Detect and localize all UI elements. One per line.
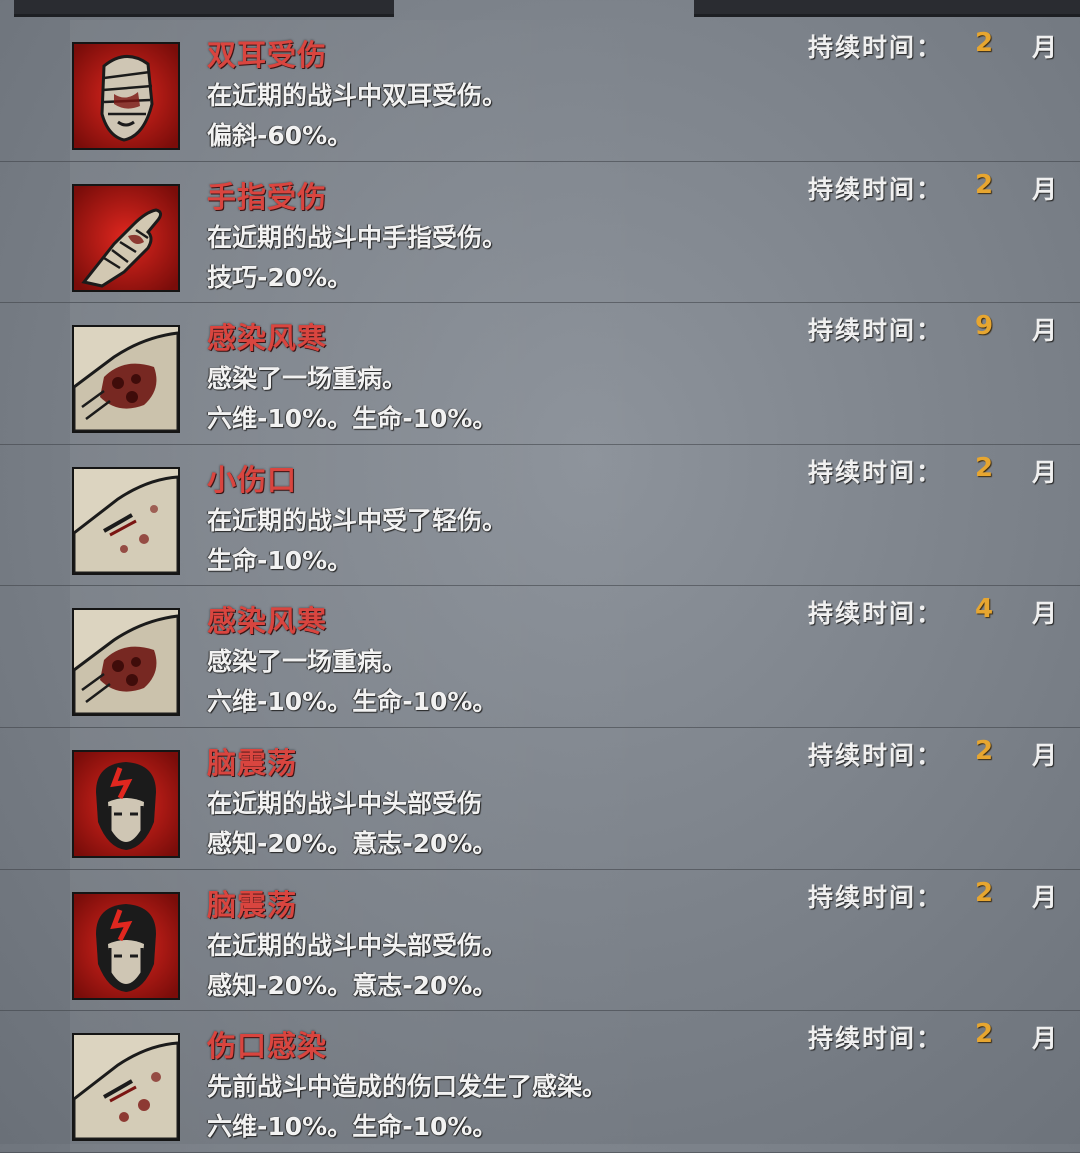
ailment-description: 在近期的战斗中手指受伤。 — [207, 222, 508, 252]
duration-unit: 月 — [1032, 316, 1058, 346]
ailment-effect: 感知-20%。意志-20%。 — [207, 828, 498, 858]
duration-unit: 月 — [1032, 33, 1058, 62]
ailment-name: 脑震荡 — [207, 887, 298, 922]
ailment-description: 在近期的战斗中头部受伤。 — [207, 930, 508, 960]
duration-label: 持续时间： — [808, 882, 944, 912]
ailment-effect: 生命-10%。 — [207, 545, 353, 575]
ailment-list: 双耳受伤 在近期的战斗中双耳受伤。 偏斜-60%。 持续时间： 2 月 手指受伤… — [0, 20, 1080, 1153]
duration-unit: 月 — [1032, 599, 1058, 629]
ailment-row[interactable]: 脑震荡 在近期的战斗中头部受伤 感知-20%。意志-20%。 持续时间： 2 月 — [0, 727, 1080, 870]
duration-label: 持续时间： — [808, 316, 944, 346]
infected-arm-icon — [72, 325, 180, 434]
ailment-row[interactable]: 感染风寒 感染了一场重病。 六维-10%。生命-10%。 持续时间： 9 月 — [0, 303, 1080, 445]
ailment-description: 感染了一场重病。 — [207, 364, 408, 394]
bandaged-head-icon — [72, 42, 180, 150]
ailment-description: 在近期的战斗中头部受伤 — [207, 788, 483, 818]
duration-label: 持续时间： — [808, 1024, 944, 1054]
duration-label: 持续时间： — [808, 740, 944, 770]
ailment-row[interactable]: 伤口感染 先前战斗中造成的伤口发生了感染。 六维-10%。生命-10%。 持续时… — [0, 1011, 1080, 1153]
duration-value: 2 — [975, 1019, 994, 1050]
ailment-row[interactable]: 小伤口 在近期的战斗中受了轻伤。 生命-10%。 持续时间： 2 月 — [0, 444, 1080, 587]
concussion-head-icon — [72, 749, 180, 858]
ailment-name: 手指受伤 — [207, 179, 328, 214]
concussion-head-icon — [72, 891, 180, 1000]
duration-unit: 月 — [1032, 740, 1058, 770]
duration-value: 2 — [975, 735, 994, 766]
ailment-effect: 六维-10%。生命-10%。 — [207, 404, 498, 434]
wounded-arm-icon — [72, 466, 180, 575]
ailment-name: 感染风寒 — [207, 604, 328, 639]
infected-arm-icon — [72, 608, 180, 717]
ailment-description: 在近期的战斗中双耳受伤。 — [207, 81, 508, 110]
ailment-row[interactable]: 手指受伤 在近期的战斗中手指受伤。 技巧-20%。 持续时间： 2 月 — [0, 161, 1080, 304]
duration-label: 持续时间： — [808, 457, 944, 487]
ailment-effect: 六维-10%。生命-10%。 — [207, 687, 498, 717]
ailment-description: 感染了一场重病。 — [207, 647, 408, 677]
ailment-description: 先前战斗中造成的伤口发生了感染。 — [207, 1072, 608, 1102]
ailment-name: 感染风寒 — [207, 321, 328, 356]
ailment-effect: 六维-10%。生命-10%。 — [207, 1112, 498, 1142]
duration-value: 2 — [975, 28, 994, 58]
duration-value: 9 — [975, 311, 994, 342]
ailment-name: 脑震荡 — [207, 745, 298, 780]
ailment-name: 小伤口 — [207, 462, 298, 497]
duration-value: 2 — [975, 877, 994, 908]
wounded-arm-icon — [72, 1033, 180, 1142]
duration-label: 持续时间： — [808, 33, 944, 62]
duration-unit: 月 — [1032, 882, 1058, 912]
duration-value: 2 — [975, 452, 994, 483]
top-frame-left — [14, 0, 394, 17]
ailment-name: 双耳受伤 — [207, 38, 328, 72]
bandaged-hand-icon — [72, 183, 180, 292]
ailment-effect: 感知-20%。意志-20%。 — [207, 970, 498, 1000]
ailment-effect: 偏斜-60%。 — [207, 121, 353, 150]
duration-label: 持续时间： — [808, 599, 944, 629]
ailment-row[interactable]: 脑震荡 在近期的战斗中头部受伤。 感知-20%。意志-20%。 持续时间： 2 … — [0, 869, 1080, 1012]
top-frame-right — [694, 0, 1080, 17]
ailment-row[interactable]: 感染风寒 感染了一场重病。 六维-10%。生命-10%。 持续时间： 4 月 — [0, 586, 1080, 728]
duration-unit: 月 — [1032, 174, 1058, 204]
duration-unit: 月 — [1032, 1024, 1058, 1054]
ailment-name: 伤口感染 — [207, 1029, 328, 1064]
ailment-description: 在近期的战斗中受了轻伤。 — [207, 505, 508, 535]
ailment-effect: 技巧-20%。 — [207, 262, 353, 292]
ailment-row[interactable]: 双耳受伤 在近期的战斗中双耳受伤。 偏斜-60%。 持续时间： 2 月 — [0, 20, 1080, 162]
duration-unit: 月 — [1032, 457, 1058, 487]
duration-value: 4 — [975, 594, 994, 625]
duration-value: 2 — [975, 169, 994, 200]
duration-label: 持续时间： — [808, 174, 944, 204]
